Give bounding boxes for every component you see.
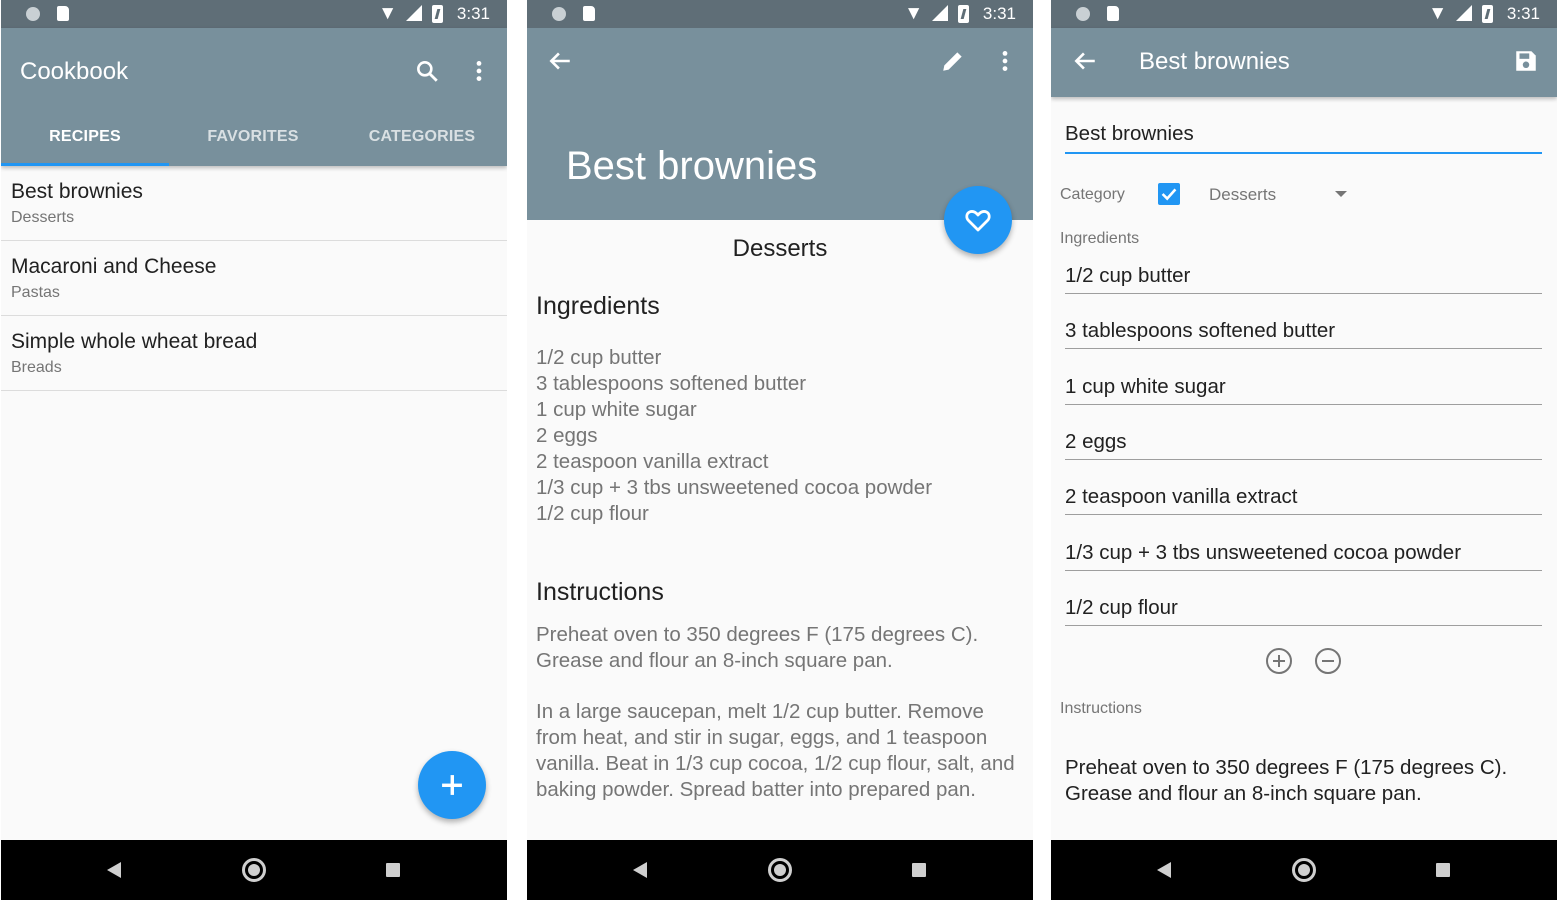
ingredient-line: 1/2 cup flour <box>536 502 649 525</box>
more-vert-icon[interactable] <box>989 46 1021 78</box>
nav-home-icon[interactable] <box>242 858 266 882</box>
ingredient-line: 2 teaspoon vanilla extract <box>536 450 769 473</box>
app-bar: Cookbook RECIPES FAVORITES CATEGORIES <box>1 28 507 166</box>
navigation-bar <box>1 840 507 900</box>
category-select[interactable]: Desserts <box>1209 185 1276 205</box>
recipe-detail-screen: ▼ 3:31 Best brownies Desserts Ingredient… <box>527 0 1033 900</box>
ingredient-input[interactable]: 2 eggs <box>1065 430 1542 460</box>
check-icon <box>1161 188 1177 201</box>
ingredient-line: 3 tablespoons softened butter <box>536 372 807 395</box>
sd-card-icon <box>583 6 595 21</box>
recipe-edit-screen: ▼ 3:31 Best brownies Best brownies Categ… <box>1051 0 1557 900</box>
ingredient-input[interactable]: 2 teaspoon vanilla extract <box>1065 485 1542 515</box>
category-checkbox[interactable] <box>1158 183 1180 205</box>
recipe-list-item[interactable]: Best brownies Desserts <box>1 166 507 241</box>
screen-title: Best brownies <box>1139 48 1290 75</box>
ingredients-label: Ingredients <box>1060 230 1140 247</box>
nav-recents-icon[interactable] <box>386 863 400 877</box>
ingredients-list: 1/2 cup butter 3 tablespoons softened bu… <box>536 345 1021 527</box>
nav-recents-icon[interactable] <box>912 863 926 877</box>
edit-pencil-icon[interactable] <box>937 46 969 78</box>
ingredients-heading: Ingredients <box>536 292 660 320</box>
recipe-list-item[interactable]: Macaroni and Cheese Pastas <box>1 241 507 316</box>
recipe-name-input[interactable]: Best brownies <box>1065 122 1542 154</box>
instructions-heading: Instructions <box>536 578 664 606</box>
instruction-paragraph: Preheat oven to 350 degrees F (175 degre… <box>536 623 979 672</box>
wifi-icon: ▼ <box>378 3 397 24</box>
battery-icon <box>958 5 969 23</box>
dropdown-arrow-icon[interactable] <box>1335 191 1347 197</box>
notification-dot-icon <box>552 7 566 21</box>
battery-icon <box>432 5 443 23</box>
wifi-icon: ▼ <box>904 3 923 24</box>
recipe-category: Breads <box>11 359 62 376</box>
plus-icon <box>442 775 462 795</box>
instruction-paragraph: In a large saucepan, melt 1/2 cup butter… <box>536 700 1015 801</box>
status-time: 3:31 <box>982 4 1016 23</box>
nav-back-icon[interactable] <box>633 862 647 878</box>
battery-icon <box>1482 5 1493 23</box>
ingredient-input[interactable]: 1/2 cup butter <box>1065 264 1542 294</box>
heart-icon <box>965 210 991 232</box>
navigation-bar <box>527 840 1033 900</box>
nav-home-icon[interactable] <box>1292 858 1316 882</box>
wifi-icon: ▼ <box>1428 3 1447 24</box>
recipe-category: Pastas <box>11 284 60 301</box>
tab-bar: RECIPES FAVORITES CATEGORIES <box>1 116 507 166</box>
back-arrow-icon[interactable] <box>544 46 576 78</box>
signal-icon <box>406 5 422 21</box>
collapsing-app-bar: Best brownies <box>527 28 1033 220</box>
notification-dot-icon <box>26 7 40 21</box>
instructions-input[interactable]: Preheat oven to 350 degrees F (175 degre… <box>1065 755 1543 807</box>
notification-dot-icon <box>1076 7 1090 21</box>
app-bar: Best brownies <box>1051 28 1557 97</box>
navigation-bar <box>1051 840 1557 900</box>
recipe-category: Desserts <box>732 235 828 262</box>
signal-icon <box>1456 5 1472 21</box>
sd-card-icon <box>57 6 69 21</box>
category-label: Category <box>1060 186 1125 203</box>
status-bar: ▼ 3:31 <box>1051 0 1557 28</box>
nav-back-icon[interactable] <box>1157 862 1171 878</box>
ingredient-line: 1 cup white sugar <box>536 398 697 421</box>
recipe-title: Simple whole wheat bread <box>11 330 258 353</box>
add-ingredient-button[interactable] <box>1266 648 1292 674</box>
ingredient-input[interactable]: 1/2 cup flour <box>1065 596 1542 626</box>
remove-ingredient-button[interactable] <box>1315 648 1341 674</box>
instructions-text: Preheat oven to 350 degrees F (175 degre… <box>536 622 1021 674</box>
ingredient-line: 1/2 cup butter <box>536 346 662 369</box>
recipe-title: Macaroni and Cheese <box>11 255 217 278</box>
tab-recipes[interactable]: RECIPES <box>1 116 169 166</box>
status-bar: ▼ 3:31 <box>1 0 507 28</box>
ingredient-input[interactable]: 1/3 cup + 3 tbs unsweetened cocoa powder <box>1065 541 1542 571</box>
signal-icon <box>932 5 948 21</box>
add-recipe-button[interactable] <box>418 751 486 819</box>
ingredient-line: 1/3 cup + 3 tbs unsweetened cocoa powder <box>536 476 933 499</box>
sd-card-icon <box>1107 6 1119 21</box>
search-icon[interactable] <box>411 56 443 88</box>
recipe-title: Best brownies <box>11 180 143 203</box>
ingredient-line: 2 eggs <box>536 424 598 447</box>
recipe-list-item[interactable]: Simple whole wheat bread Breads <box>1 316 507 391</box>
tab-categories[interactable]: CATEGORIES <box>338 116 506 166</box>
back-arrow-icon[interactable] <box>1069 46 1101 78</box>
ingredient-input[interactable]: 3 tablespoons softened butter <box>1065 319 1542 349</box>
tab-favorites[interactable]: FAVORITES <box>169 116 337 166</box>
ingredient-input[interactable]: 1 cup white sugar <box>1065 375 1542 405</box>
save-icon[interactable] <box>1510 46 1542 78</box>
app-title: Cookbook <box>20 58 129 85</box>
recipe-list: Best brownies Desserts Macaroni and Chee… <box>1 166 507 391</box>
nav-recents-icon[interactable] <box>1436 863 1450 877</box>
recipe-category: Desserts <box>11 209 75 226</box>
recipe-list-screen: ▼ 3:31 Cookbook RECIPES FAVORITES CATEGO… <box>1 0 507 900</box>
status-bar: ▼ 3:31 <box>527 0 1033 28</box>
status-time: 3:31 <box>456 4 490 23</box>
instructions-text: In a large saucepan, melt 1/2 cup butter… <box>536 699 1021 803</box>
more-vert-icon[interactable] <box>463 56 495 88</box>
instructions-label: Instructions <box>1060 700 1142 717</box>
nav-home-icon[interactable] <box>768 858 792 882</box>
recipe-title: Best brownies <box>566 144 818 188</box>
status-time: 3:31 <box>1506 4 1540 23</box>
nav-back-icon[interactable] <box>107 862 121 878</box>
